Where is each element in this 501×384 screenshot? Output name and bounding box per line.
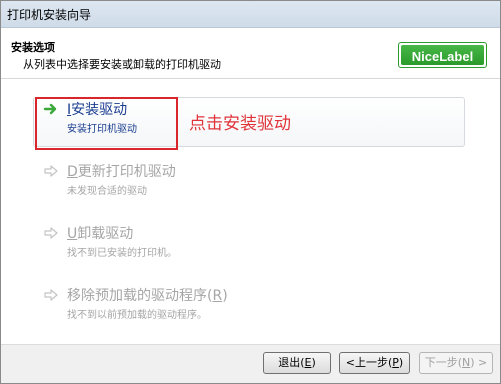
- option-remove-preloaded-driver[interactable]: 移除预加载的驱动程序(R) 找不到以前预加载的驱动程序。: [33, 283, 463, 333]
- annotation-text: 点击安装驱动: [189, 114, 291, 134]
- exit-button[interactable]: 退出(E): [263, 352, 331, 374]
- arrow-right-disabled-icon: [44, 227, 58, 239]
- printer-install-wizard-window: 打印机安装向导 安装选项 从列表中选择要安装或卸载的打印机驱动 NiceLabe…: [0, 0, 501, 384]
- option-label-prefix: 移除预加载的驱动程序(: [67, 288, 213, 304]
- option-description: 未发现合适的驱动: [67, 186, 147, 197]
- nicelabel-logo: NiceLabel: [398, 42, 487, 68]
- button-suffix: ): [311, 356, 316, 369]
- option-description: 找不到已安装的打印机。: [67, 248, 177, 259]
- window-title: 打印机安装向导: [7, 8, 92, 22]
- logo-text: NiceLabel: [411, 49, 474, 64]
- title-bar: 打印机安装向导: [1, 1, 500, 28]
- next-button[interactable]: 下一步(N) >: [419, 352, 493, 374]
- button-prefix: <上一步(: [345, 356, 393, 369]
- option-uninstall-driver[interactable]: U卸载驱动 找不到已安装的打印机。: [33, 221, 463, 271]
- button-access-key: P: [392, 356, 399, 369]
- option-label-text: 卸载驱动: [77, 226, 134, 242]
- option-access-key: D: [67, 164, 78, 180]
- button-access-key: N: [462, 356, 471, 369]
- option-access-key: U: [67, 226, 78, 242]
- option-label-text: 更新打印机驱动: [77, 164, 176, 180]
- option-access-key: R: [212, 288, 223, 304]
- button-suffix: ): [398, 356, 404, 369]
- arrow-right-disabled-icon: [44, 289, 58, 301]
- option-update-driver[interactable]: D更新打印机驱动 未发现合适的驱动: [33, 159, 463, 209]
- option-description: 找不到以前预加载的驱动程序。: [67, 310, 207, 321]
- page-title: 安装选项: [11, 41, 55, 54]
- wizard-footer: 退出(E) <上一步(P) 下一步(N) >: [1, 344, 500, 383]
- option-label: U卸载驱动: [67, 223, 133, 243]
- page-subtitle: 从列表中选择要安装或卸载的打印机驱动: [23, 58, 221, 71]
- option-label-suffix: ): [222, 288, 228, 304]
- button-prefix: 退出(: [278, 356, 305, 369]
- wizard-header: 安装选项 从列表中选择要安装或卸载的打印机驱动 NiceLabel: [1, 28, 500, 79]
- arrow-right-disabled-icon: [44, 165, 58, 177]
- annotation-highlight-box: [35, 97, 178, 150]
- option-label: 移除预加载的驱动程序(R): [67, 285, 228, 305]
- option-label: D更新打印机驱动: [67, 161, 176, 181]
- button-prefix: 下一步(: [424, 356, 463, 369]
- back-button[interactable]: <上一步(P): [339, 352, 410, 374]
- button-suffix: ) >: [470, 356, 488, 369]
- logo-background: NiceLabel: [401, 45, 484, 65]
